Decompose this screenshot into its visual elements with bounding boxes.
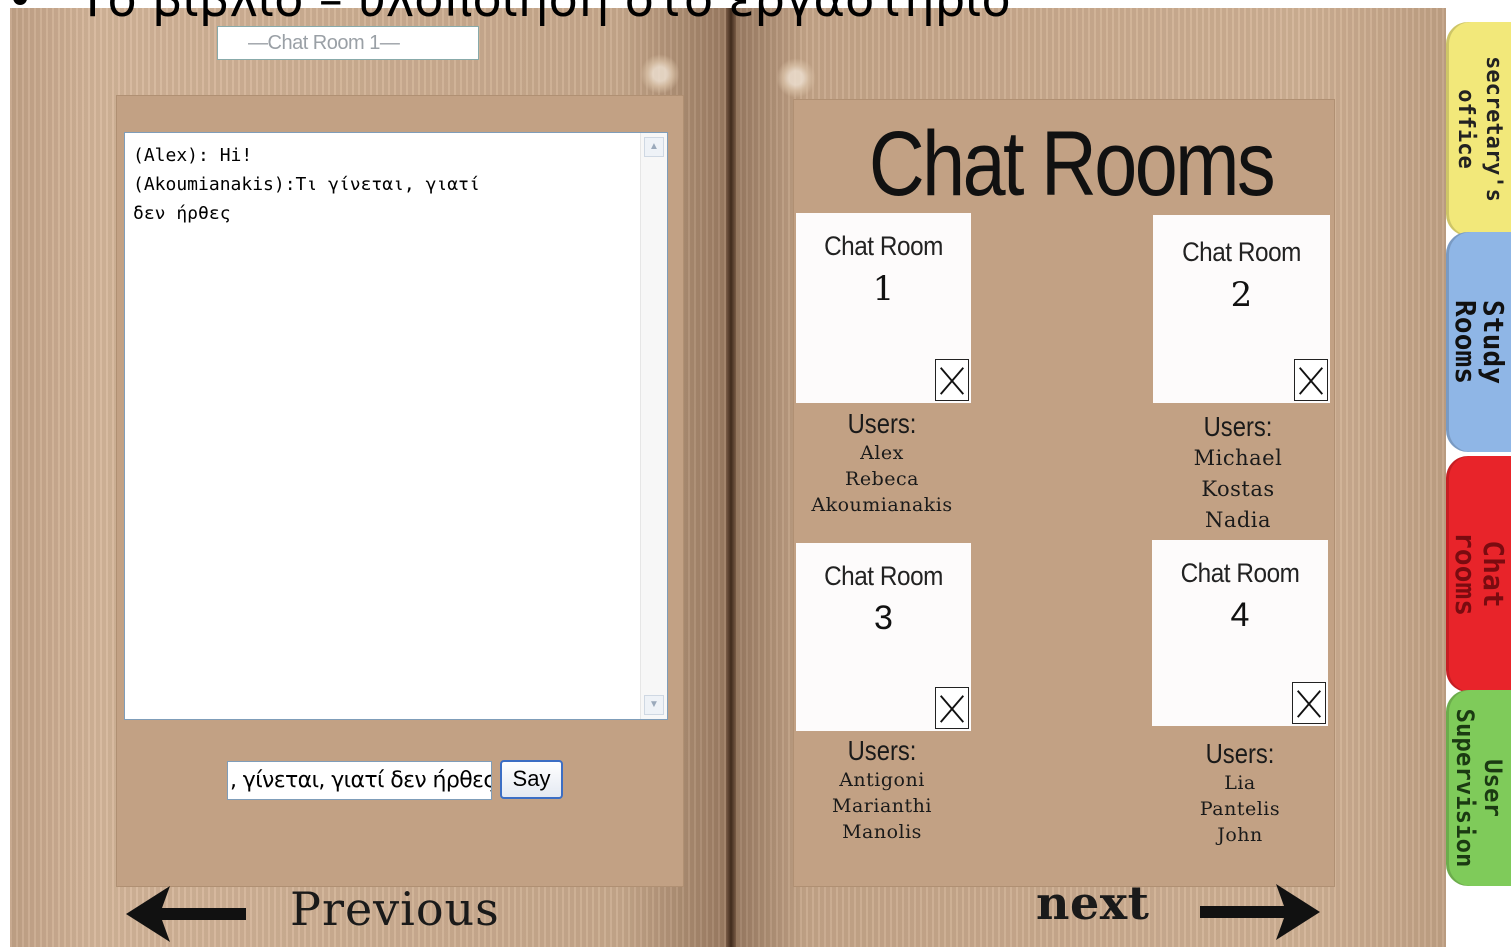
user-name: Marianthi: [832, 795, 932, 817]
room-card-title: Chat Room: [1180, 558, 1300, 588]
chat-room-card-4[interactable]: Chat Room 4: [1152, 540, 1328, 726]
users-heading: Users:: [847, 408, 917, 439]
users-heading: Users:: [847, 735, 917, 766]
tab-secretarys-office[interactable]: secretary's office: [1446, 22, 1511, 236]
next-link[interactable]: next: [1036, 876, 1149, 930]
user-name: Michael: [1193, 446, 1283, 470]
book-spine: [726, 8, 736, 947]
previous-link[interactable]: Previous: [290, 882, 500, 936]
scroll-up-icon[interactable]: ▲: [644, 137, 664, 157]
tab-label: Study Rooms: [1448, 299, 1510, 385]
room-card-number: 2: [1230, 275, 1253, 315]
message-input[interactable]: , γίνεται, γιατί δεν ήρθες: [227, 761, 492, 800]
user-name: Antigoni: [839, 769, 925, 791]
previous-arrow-icon[interactable]: [126, 882, 250, 946]
tab-label: Chat rooms: [1448, 531, 1510, 617]
tab-label: secretary's office: [1452, 56, 1506, 202]
user-name: Kostas: [1201, 477, 1275, 501]
chat-room-title-field: —Chat Room 1—: [217, 26, 479, 60]
chat-message: (Alex): Hi!: [133, 145, 253, 166]
room-card-number: 1: [872, 269, 895, 309]
user-name: Rebeca: [845, 468, 919, 490]
users-heading: Users:: [1203, 411, 1273, 442]
chat-room-card-1[interactable]: Chat Room 1: [796, 213, 971, 403]
tab-strip-end: [1446, 886, 1511, 947]
chat-message: (Akoumianakis):Τι γίνεται, γιατί: [133, 174, 480, 195]
room-card-number: 4: [1230, 596, 1250, 634]
broken-image-icon: [935, 359, 969, 401]
chat-room-card-3[interactable]: Chat Room 3: [796, 543, 971, 731]
chat-room-card-2[interactable]: Chat Room 2: [1153, 215, 1330, 403]
chat-scrollbar[interactable]: ▲ ▼: [640, 133, 667, 719]
room-card-title: Chat Room: [824, 561, 943, 591]
broken-image-icon: [1294, 359, 1328, 401]
user-name: Lia: [1224, 772, 1256, 794]
tab-study-rooms[interactable]: Study Rooms: [1446, 232, 1511, 452]
room-2-users: Users: Michael Kostas Nadia: [1148, 411, 1328, 536]
page-title: Chat Rooms: [868, 113, 1276, 215]
broken-image-icon: [935, 687, 969, 729]
user-name: Nadia: [1204, 508, 1272, 532]
room-card-number: 3: [874, 599, 893, 637]
slide-title: • Το βιβλίο – υλοποίηση στο εργαστήριο: [0, 0, 1300, 30]
room-card-title: Chat Room: [824, 231, 943, 261]
room-1-users: Users: Alex Rebeca Akoumianakis: [792, 408, 972, 518]
next-arrow-icon[interactable]: [1200, 880, 1324, 944]
broken-image-icon: [1292, 682, 1326, 724]
chat-messages: (Alex): Hi! (Akoumianakis):Τι γίνεται, γ…: [133, 141, 633, 228]
ornament-icon: [776, 58, 816, 98]
say-button[interactable]: Say: [500, 760, 563, 799]
bullet: •: [6, 0, 35, 28]
user-name: Manolis: [842, 821, 922, 843]
tab-user-supervision[interactable]: User Supervision: [1446, 690, 1511, 886]
user-name: Akoumianakis: [811, 494, 953, 516]
room-4-users: Users: Lia Pantelis John: [1150, 738, 1330, 848]
user-name: Alex: [860, 442, 904, 464]
users-heading: Users:: [1205, 738, 1275, 769]
room-card-title: Chat Room: [1182, 237, 1301, 267]
user-name: John: [1217, 824, 1263, 846]
user-name: Pantelis: [1199, 798, 1281, 820]
chat-message: δεν ήρθες: [133, 203, 231, 224]
ornament-icon: [640, 54, 680, 94]
tab-label: User Supervision: [1450, 708, 1507, 868]
slide-title-text: Το βιβλίο – υλοποίηση στο εργαστήριο: [78, 0, 1011, 28]
chat-log[interactable]: (Alex): Hi! (Akoumianakis):Τι γίνεται, γ…: [124, 132, 668, 720]
tab-chat-rooms[interactable]: Chat rooms: [1446, 456, 1511, 692]
room-3-users: Users: Antigoni Marianthi Manolis: [792, 735, 972, 845]
scroll-down-icon[interactable]: ▼: [644, 695, 664, 715]
